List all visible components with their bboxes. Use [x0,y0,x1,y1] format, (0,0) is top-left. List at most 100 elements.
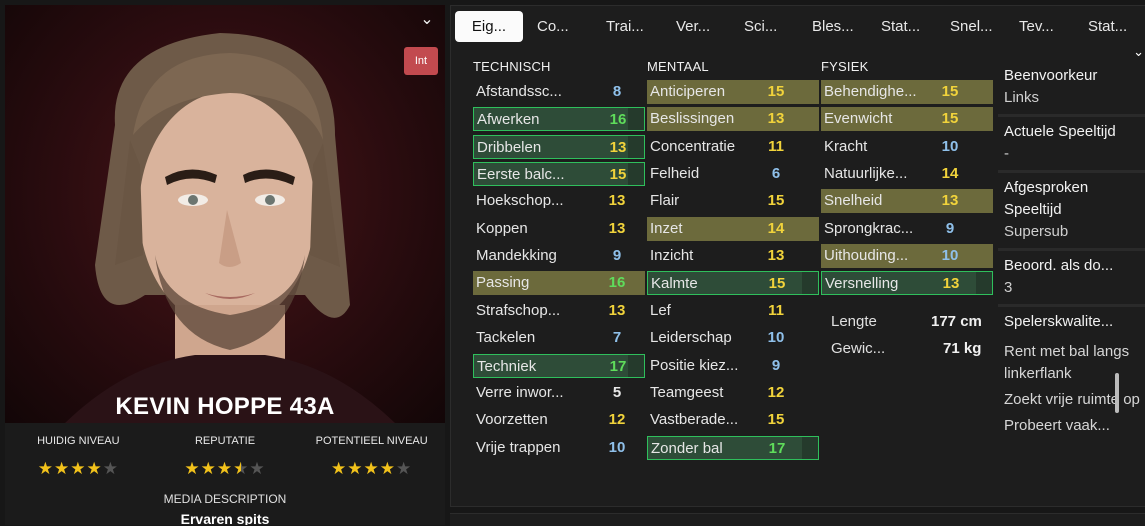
attribute-row-mentaal[interactable]: Beslissingen 13 [647,107,819,131]
attribute-row-technisch[interactable]: Tackelen 7 [473,326,645,350]
attribute-value: 13 [767,110,785,127]
attribute-row-mentaal[interactable]: Inzicht 13 [647,244,819,268]
current-playing-time: Actuele Speeltijd - [998,117,1145,173]
int-badge[interactable]: Int [404,47,438,75]
attribute-value: 15 [767,83,785,100]
attribute-row-technisch[interactable]: Koppen 13 [473,217,645,241]
attribute-value: 15 [767,192,785,209]
attribute-name: Evenwicht [824,110,893,127]
attribute-value: 9 [945,220,955,237]
preferred-foot-value: Links [1004,89,1040,106]
tab-stat-2[interactable]: Stat... [1088,11,1127,42]
star-icon: ★ [184,459,201,478]
star-icon: ★ [363,459,380,478]
attribute-row-fysiek[interactable]: Kracht 10 [821,135,993,159]
attribute-value: 10 [941,247,959,264]
attribute-row-technisch[interactable]: Afstandssc... 8 [473,80,645,104]
attribute-row-technisch[interactable]: Techniek 17 [473,354,645,378]
attribute-row-technisch[interactable]: Vrije trappen 10 [473,436,645,460]
attribute-value: 16 [609,111,627,128]
attribute-row-technisch[interactable]: Mandekking 9 [473,244,645,268]
empty-star-icon: ★ [396,459,413,478]
attribute-row-mentaal[interactable]: Zonder bal 17 [647,436,819,460]
attribute-row-mentaal[interactable]: Concentratie 11 [647,135,819,159]
tab-tevredenheid[interactable]: Tev... [1019,11,1054,42]
chevron-down-icon[interactable]: ⌄ [417,10,437,30]
star-icon: ★ [379,459,397,478]
attribute-name: Inzicht [650,247,694,264]
tab-ver[interactable]: Ver... [676,11,710,42]
attribute-name: Concentratie [650,138,736,155]
attribute-row-mentaal[interactable]: Leiderschap 10 [647,326,819,350]
star-rating: ★★★★★ [152,459,299,479]
attribute-name: Inzet [650,220,683,237]
media-description-value: Ervaren spits [180,511,270,525]
rating-label: REPUTATIE [194,435,256,447]
rating-reputation: REPUTATIE ★★★★★ [152,435,299,479]
attribute-value: 10 [767,329,785,346]
star-icon: ★ [331,459,348,478]
attribute-value: 15 [609,166,627,183]
attribute-name: Felheid [650,165,700,182]
tab-blessures[interactable]: Bles... [812,11,854,42]
attribute-value: 13 [608,192,626,209]
attribute-row-mentaal[interactable]: Felheid 6 [647,162,819,186]
attribute-row-technisch[interactable]: Passing 16 [473,271,645,295]
attribute-value: 15 [941,110,959,127]
attribute-name: Mandekking [476,247,557,264]
tab-snel[interactable]: Snel... [950,11,993,42]
attribute-row-mentaal[interactable]: Kalmte 15 [647,271,819,295]
tab-co[interactable]: Co... [537,11,569,42]
attribute-row-fysiek[interactable]: Snelheid 13 [821,189,993,213]
player-traits: Spelerskwalite... Rent met bal langs lin… [998,307,1145,486]
attribute-value: 15 [768,275,786,292]
attribute-name: Snelheid [824,192,883,209]
attribute-name: Tackelen [476,329,536,346]
attribute-value: 13 [608,302,626,319]
attribute-row-fysiek[interactable]: Uithouding... 10 [821,244,993,268]
attribute-row-technisch[interactable]: Hoekschop... 13 [473,189,645,213]
attribute-row-mentaal[interactable]: Positie kiez... 9 [647,354,819,378]
tab-eigenschappen[interactable]: Eig... [455,11,523,42]
attribute-name: Flair [650,192,680,209]
attribute-row-technisch[interactable]: Verre inwor... 5 [473,381,645,405]
attribute-value: 13 [941,192,959,209]
attribute-row-technisch[interactable]: Voorzetten 12 [473,408,645,432]
attribute-row-mentaal[interactable]: Inzet 14 [647,217,819,241]
attribute-row-mentaal[interactable]: Vastberade... 15 [647,408,819,432]
chevron-down-icon[interactable]: ⌄ [1133,44,1144,60]
attribute-row-fysiek[interactable]: Sprongkrac... 9 [821,217,993,241]
attribute-value: 12 [608,411,626,428]
attribute-name: Kracht [824,138,868,155]
attribute-row-technisch[interactable]: Afwerken 16 [473,107,645,131]
attribute-name: Leiderschap [650,329,732,346]
attribute-row-fysiek[interactable]: Evenwicht 15 [821,107,993,131]
tab-scouting[interactable]: Sci... [744,11,777,42]
attribute-row-fysiek[interactable]: Behendighe... 15 [821,80,993,104]
attribute-name: Lef [650,302,671,319]
technisch-header: TECHNISCH [473,59,551,74]
attribute-row-mentaal[interactable]: Lef 11 [647,299,819,323]
tab-statistieken[interactable]: Stat... [881,11,920,42]
attribute-row-mentaal[interactable]: Anticiperen 15 [647,80,819,104]
preferred-foot-label: Beenvoorkeur [1004,67,1098,84]
attribute-row-mentaal[interactable]: Flair 15 [647,189,819,213]
agreed-playing-time: Afgesproken Speeltijd Supersub [998,173,1145,251]
attribute-row-mentaal[interactable]: Teamgeest 12 [647,381,819,405]
tab-training[interactable]: Trai... [606,11,644,42]
attributes-panel: Eig... Co... Trai... Ver... Sci... Bles.… [450,5,1145,507]
attribute-name: Dribbelen [477,139,542,156]
player-face-image [65,33,395,423]
attribute-row-technisch[interactable]: Strafschop... 13 [473,299,645,323]
attribute-name: Afwerken [477,111,540,128]
attribute-row-technisch[interactable]: Eerste balc... 15 [473,162,645,186]
attribute-name: Natuurlijke... [824,165,908,182]
weight-value: 71 kg [943,340,982,357]
height-value: 177 cm [931,313,982,330]
traits-scrollbar[interactable] [1115,373,1119,413]
attribute-row-technisch[interactable]: Dribbelen 13 [473,135,645,159]
attribute-name: Strafschop... [476,302,561,319]
attribute-row-fysiek[interactable]: Versnelling 13 [821,271,993,295]
attribute-row-fysiek[interactable]: Natuurlijke... 14 [821,162,993,186]
player-trait: Probeert vaak... [1004,417,1110,434]
